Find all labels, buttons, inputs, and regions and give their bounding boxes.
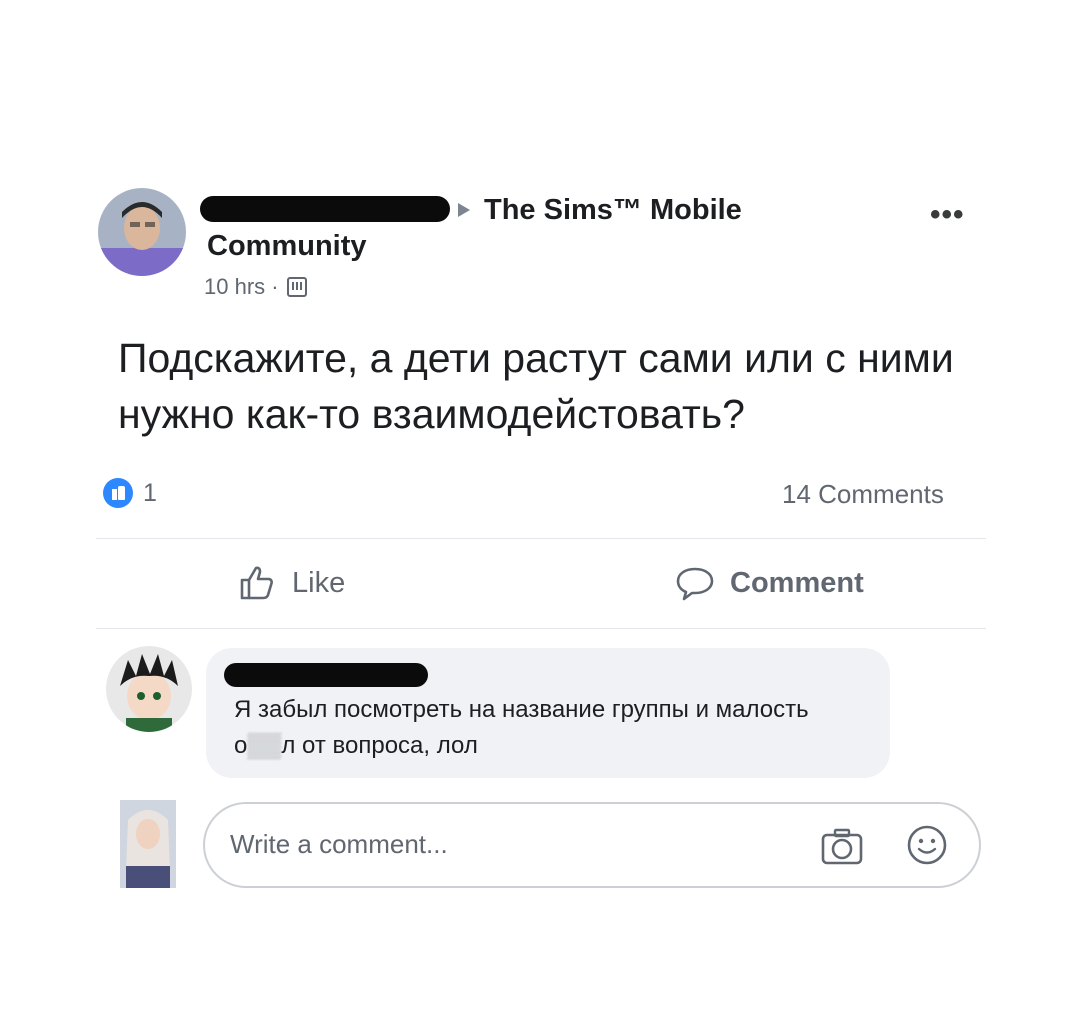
comment-text-part2: л от вопроса, лол <box>281 732 478 759</box>
like-reaction-icon <box>103 478 133 508</box>
more-options-icon[interactable]: ••• <box>930 198 965 232</box>
commenter-avatar-image <box>106 646 192 732</box>
divider-bottom <box>96 628 986 629</box>
comment-count-link[interactable]: 14 Comments <box>782 479 944 510</box>
camera-button[interactable] <box>820 826 864 871</box>
like-button-label: Like <box>292 566 346 599</box>
author-avatar-image <box>98 188 186 276</box>
thumbs-up-icon <box>240 566 273 600</box>
reactions-summary[interactable]: 1 <box>103 478 157 508</box>
comment-button[interactable]: Comment <box>674 562 864 604</box>
current-user-avatar[interactable] <box>120 800 176 888</box>
comment-button-label: Comment <box>730 566 864 599</box>
comment-text: Я забыл посмотреть на название группы и … <box>234 692 874 764</box>
commenter-name-redacted <box>224 663 428 687</box>
comment-text-obscured: ▒▒ <box>247 732 282 759</box>
speech-bubble-icon <box>676 567 714 601</box>
comment-input[interactable] <box>230 826 750 862</box>
post-meta: 10 hrs · <box>204 274 307 300</box>
post-header-line: The Sims™ Mobile <box>458 188 742 232</box>
divider-top <box>96 538 986 539</box>
emoji-button[interactable] <box>904 822 950 873</box>
author-name-redacted <box>200 196 450 222</box>
current-user-avatar-image <box>120 800 176 888</box>
post-body-text: Подскажите, а дети растут сами или с ним… <box>118 335 954 437</box>
emoji-icon <box>907 825 947 865</box>
commenter-avatar[interactable] <box>106 646 192 732</box>
post-timestamp[interactable]: 10 hrs · <box>204 274 279 300</box>
reaction-count: 1 <box>143 478 157 507</box>
group-name-link[interactable]: The Sims™ Mobile <box>484 194 742 227</box>
author-avatar[interactable] <box>98 188 186 276</box>
shared-to-arrow-icon <box>458 203 470 217</box>
group-name-continued[interactable]: Community <box>207 230 367 263</box>
like-button[interactable]: Like <box>236 562 345 604</box>
camera-icon <box>821 828 863 865</box>
group-privacy-icon <box>286 277 307 297</box>
